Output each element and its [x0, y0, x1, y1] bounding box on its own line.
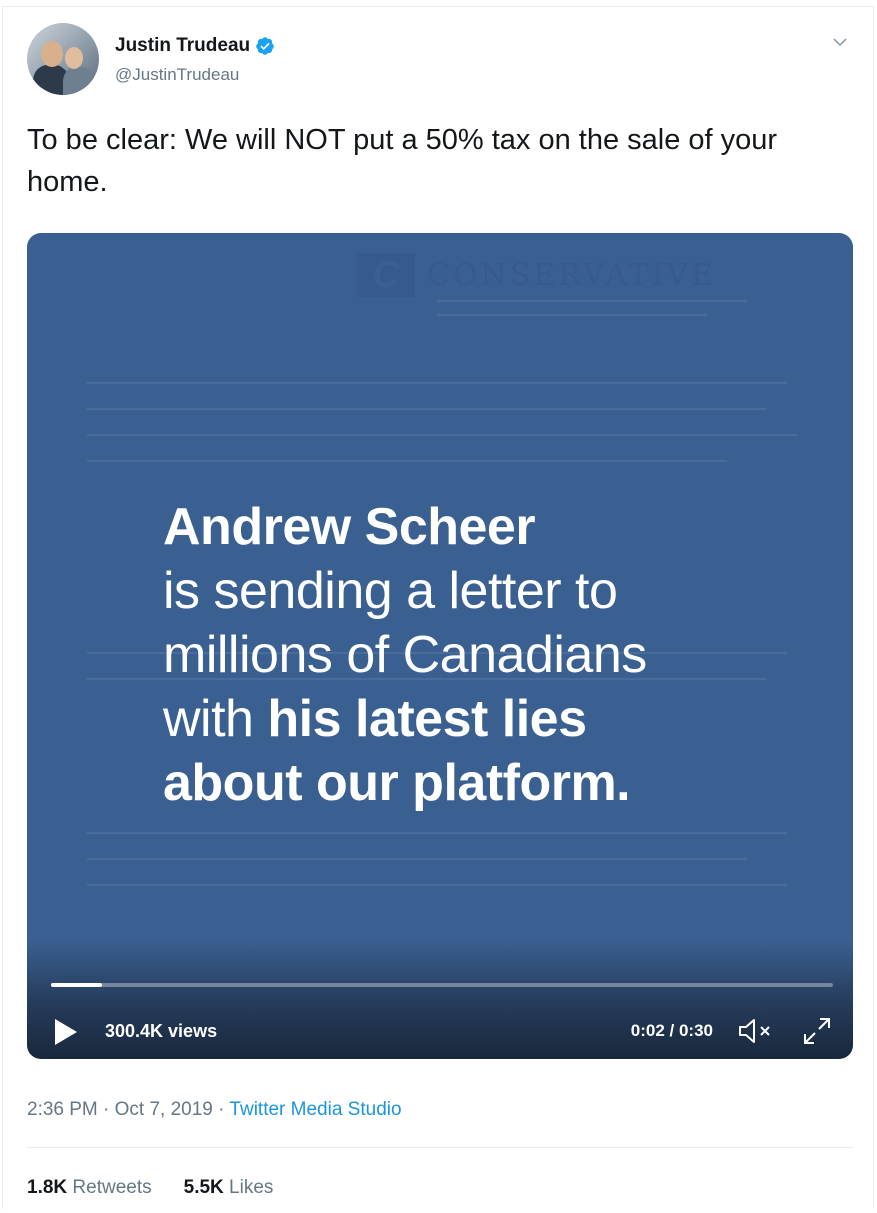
overlay-line-2: is sending a letter to	[163, 562, 618, 620]
author-name[interactable]: Justin Trudeau	[115, 35, 250, 57]
tweet-stats: 1.8K Retweets 5.5K Likes	[27, 1177, 273, 1199]
watermark-text: CONSERVATIVE	[427, 257, 716, 293]
conservative-watermark: C CONSERVATIVE	[357, 253, 716, 297]
retweets-label: Retweets	[72, 1177, 152, 1198]
likes-count: 5.5K	[183, 1177, 224, 1198]
overlay-line-4-bold: his latest lies	[267, 690, 587, 748]
overlay-line-5: about our platform.	[163, 754, 631, 812]
divider	[27, 1147, 853, 1148]
likes-stat[interactable]: 5.5K Likes	[184, 1177, 274, 1199]
retweets-count: 1.8K	[27, 1177, 68, 1198]
video-player[interactable]: C CONSERVATIVE Andrew Scheer is sending …	[27, 233, 853, 1059]
progress-bar[interactable]	[51, 983, 833, 987]
retweets-stat[interactable]: 1.8K Retweets	[27, 1177, 152, 1199]
author-name-row[interactable]: Justin Trudeau	[115, 35, 275, 57]
play-icon[interactable]	[53, 1017, 79, 1047]
tweet-meta: 2:36 PM · Oct 7, 2019 · Twitter Media St…	[27, 1099, 402, 1121]
progress-fill	[51, 983, 102, 987]
verified-badge-icon	[256, 37, 274, 55]
view-count: 300.4K views	[105, 1021, 218, 1041]
muted-speaker-icon[interactable]	[737, 1017, 775, 1045]
avatar[interactable]	[27, 23, 99, 95]
meta-separator: ·	[218, 1099, 225, 1120]
fullscreen-icon[interactable]	[801, 1015, 833, 1047]
likes-label: Likes	[229, 1177, 274, 1198]
conservative-logo-icon: C	[357, 253, 415, 297]
tweet-text: To be clear: We will NOT put a 50% tax o…	[27, 124, 778, 198]
tweet-timestamp[interactable]: 2:36 PM · Oct 7, 2019	[27, 1099, 213, 1120]
tweet-source-link[interactable]: Twitter Media Studio	[229, 1099, 401, 1120]
video-time: 0:02 / 0:30	[630, 1021, 713, 1040]
video-overlay-text: Andrew Scheer is sending a letter to mil…	[163, 495, 803, 815]
tweet-card: Justin Trudeau @JustinTrudeau To be clea…	[2, 6, 874, 1209]
overlay-line-4-light: with	[163, 690, 268, 748]
chevron-down-icon[interactable]	[831, 33, 849, 51]
overlay-line-1: Andrew Scheer	[163, 498, 536, 556]
author-handle[interactable]: @JustinTrudeau	[115, 65, 239, 85]
overlay-line-3: millions of Canadians	[163, 626, 647, 684]
